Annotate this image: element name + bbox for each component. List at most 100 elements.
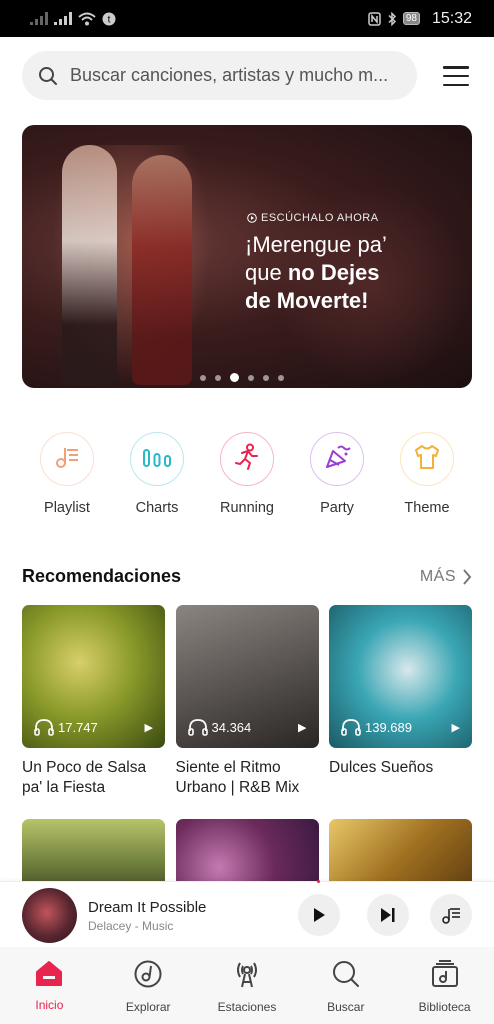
mini-player[interactable]: Dream It Possible Delacey - Music <box>0 880 494 947</box>
playlist-card[interactable]: 139.689 ▶ Dulces Sueños <box>329 605 472 798</box>
category-label: Running <box>219 500 274 516</box>
status-time: 15:32 <box>431 9 472 27</box>
theme-icon <box>413 444 441 475</box>
nav-explorar[interactable]: Explorar <box>103 959 193 1014</box>
play-count: 34.364 ▶ <box>187 718 307 736</box>
carousel-dot[interactable] <box>263 374 269 381</box>
playlist-card[interactable]: 17.747 ▶ Un Poco de Salsa pa' la Fiesta <box>22 605 165 798</box>
wifi-icon <box>78 12 96 25</box>
nav-label: Estaciones <box>217 1000 277 1014</box>
playlist-card[interactable]: 34.364 ▶ Siente el Ritmo Urbano | R&B Mi… <box>175 605 319 798</box>
charts-icon <box>142 446 172 473</box>
banner-photo-dancer <box>132 155 192 385</box>
carousel-dot[interactable] <box>248 374 254 381</box>
battery-indicator: 98 <box>402 12 420 25</box>
category-circle <box>400 432 454 486</box>
play-icon[interactable]: ▶ <box>452 721 460 734</box>
playlist-thumbnail[interactable] <box>22 819 165 881</box>
nav-inicio[interactable]: Inicio <box>4 959 94 1012</box>
search-icon <box>39 66 57 85</box>
playlist-thumbnail[interactable]: 139.689 ▶ <box>329 605 472 748</box>
featured-banner[interactable]: ESCÚCHALO AHORA ¡Merengue pa’ que no Dej… <box>22 125 472 388</box>
more-playlists-row <box>22 819 472 881</box>
status-bar: t 98 15:32 <box>0 0 494 37</box>
play-icon[interactable]: ▶ <box>145 721 153 734</box>
playlist-icon <box>54 444 80 475</box>
category-label: Playlist <box>44 500 90 516</box>
play-circle-icon <box>247 213 257 223</box>
play-button[interactable] <box>298 894 340 936</box>
nfc-icon <box>368 11 381 26</box>
nav-label: Explorar <box>125 1000 171 1014</box>
playback-progress <box>317 880 320 883</box>
carousel-dot[interactable] <box>215 374 221 381</box>
running-icon <box>233 443 261 476</box>
nav-estaciones[interactable]: Estaciones <box>202 959 292 1014</box>
playlist-thumbnail[interactable] <box>175 819 319 881</box>
recommendation-list: 17.747 ▶ Un Poco de Salsa pa' la Fiesta … <box>22 605 472 798</box>
stations-icon <box>232 959 262 994</box>
explore-icon <box>133 959 163 994</box>
recommendations-header: Recomendaciones MÁS <box>22 566 472 587</box>
headphones-icon <box>34 719 54 736</box>
category-circle <box>40 432 94 486</box>
carousel-dot[interactable] <box>230 373 239 382</box>
nav-biblioteca[interactable]: Biblioteca <box>400 959 490 1014</box>
category-circle <box>310 432 364 486</box>
category-row: Playlist Charts Running Party Theme <box>22 432 472 516</box>
skip-next-icon <box>381 908 395 922</box>
category-circle <box>220 432 274 486</box>
next-button[interactable] <box>367 894 409 936</box>
signal-icon <box>54 12 72 25</box>
party-icon <box>323 443 351 476</box>
category-label: Party <box>320 500 354 516</box>
playlist-title: Un Poco de Salsa pa' la Fiesta <box>22 759 147 796</box>
headphones-icon <box>187 719 208 736</box>
section-title: Recomendaciones <box>22 566 182 586</box>
headphones-icon <box>341 719 361 736</box>
category-playlist[interactable]: Playlist <box>22 432 112 516</box>
bottom-navigation: Inicio Explorar Estaciones Buscar Biblio… <box>0 947 494 1024</box>
bluetooth-icon <box>388 11 396 26</box>
carousel-indicator[interactable] <box>200 373 284 382</box>
playlist-title: Siente el Ritmo Urbano | R&B Mix <box>175 759 300 796</box>
signal-icon <box>30 12 48 25</box>
play-icon <box>314 908 325 922</box>
menu-icon <box>443 66 469 69</box>
play-icon[interactable]: ▶ <box>298 721 306 734</box>
search-input[interactable]: Buscar canciones, artistas y mucho m... <box>22 51 417 100</box>
category-theme[interactable]: Theme <box>382 432 472 516</box>
home-icon <box>34 959 64 992</box>
queue-icon <box>442 908 460 924</box>
library-icon <box>430 959 460 994</box>
status-left: t <box>30 12 116 26</box>
play-count: 17.747 ▶ <box>34 718 153 736</box>
nav-label: Buscar <box>327 1000 365 1014</box>
carousel-dot[interactable] <box>200 374 206 381</box>
status-right: 98 15:32 <box>368 10 472 28</box>
data-saver-icon: t <box>102 12 116 25</box>
playlist-thumbnail[interactable]: 34.364 ▶ <box>175 605 319 748</box>
search-placeholder: Buscar canciones, artistas y mucho m... <box>70 65 389 85</box>
chevron-right-icon <box>463 568 472 585</box>
nav-buscar[interactable]: Buscar <box>301 959 391 1014</box>
track-artist: Delacey - Music <box>88 919 174 933</box>
category-running[interactable]: Running <box>202 432 292 516</box>
banner-title: ¡Merengue pa’ que no Dejes de Moverte! <box>245 232 387 313</box>
category-label: Theme <box>404 500 450 516</box>
menu-button[interactable] <box>440 62 472 90</box>
playlist-thumbnail[interactable] <box>329 819 472 881</box>
search-icon <box>331 959 361 994</box>
album-art <box>22 888 77 943</box>
playlist-thumbnail[interactable]: 17.747 ▶ <box>22 605 165 748</box>
category-label: Charts <box>135 500 179 516</box>
play-count: 139.689 ▶ <box>341 718 460 736</box>
nav-label: Biblioteca <box>418 1000 471 1014</box>
carousel-dot[interactable] <box>278 374 284 381</box>
category-party[interactable]: Party <box>292 432 382 516</box>
more-link[interactable]: MÁS <box>420 568 472 586</box>
queue-button[interactable] <box>430 894 472 936</box>
playlist-title: Dulces Sueños <box>329 759 434 776</box>
category-charts[interactable]: Charts <box>112 432 202 516</box>
category-circle <box>130 432 184 486</box>
